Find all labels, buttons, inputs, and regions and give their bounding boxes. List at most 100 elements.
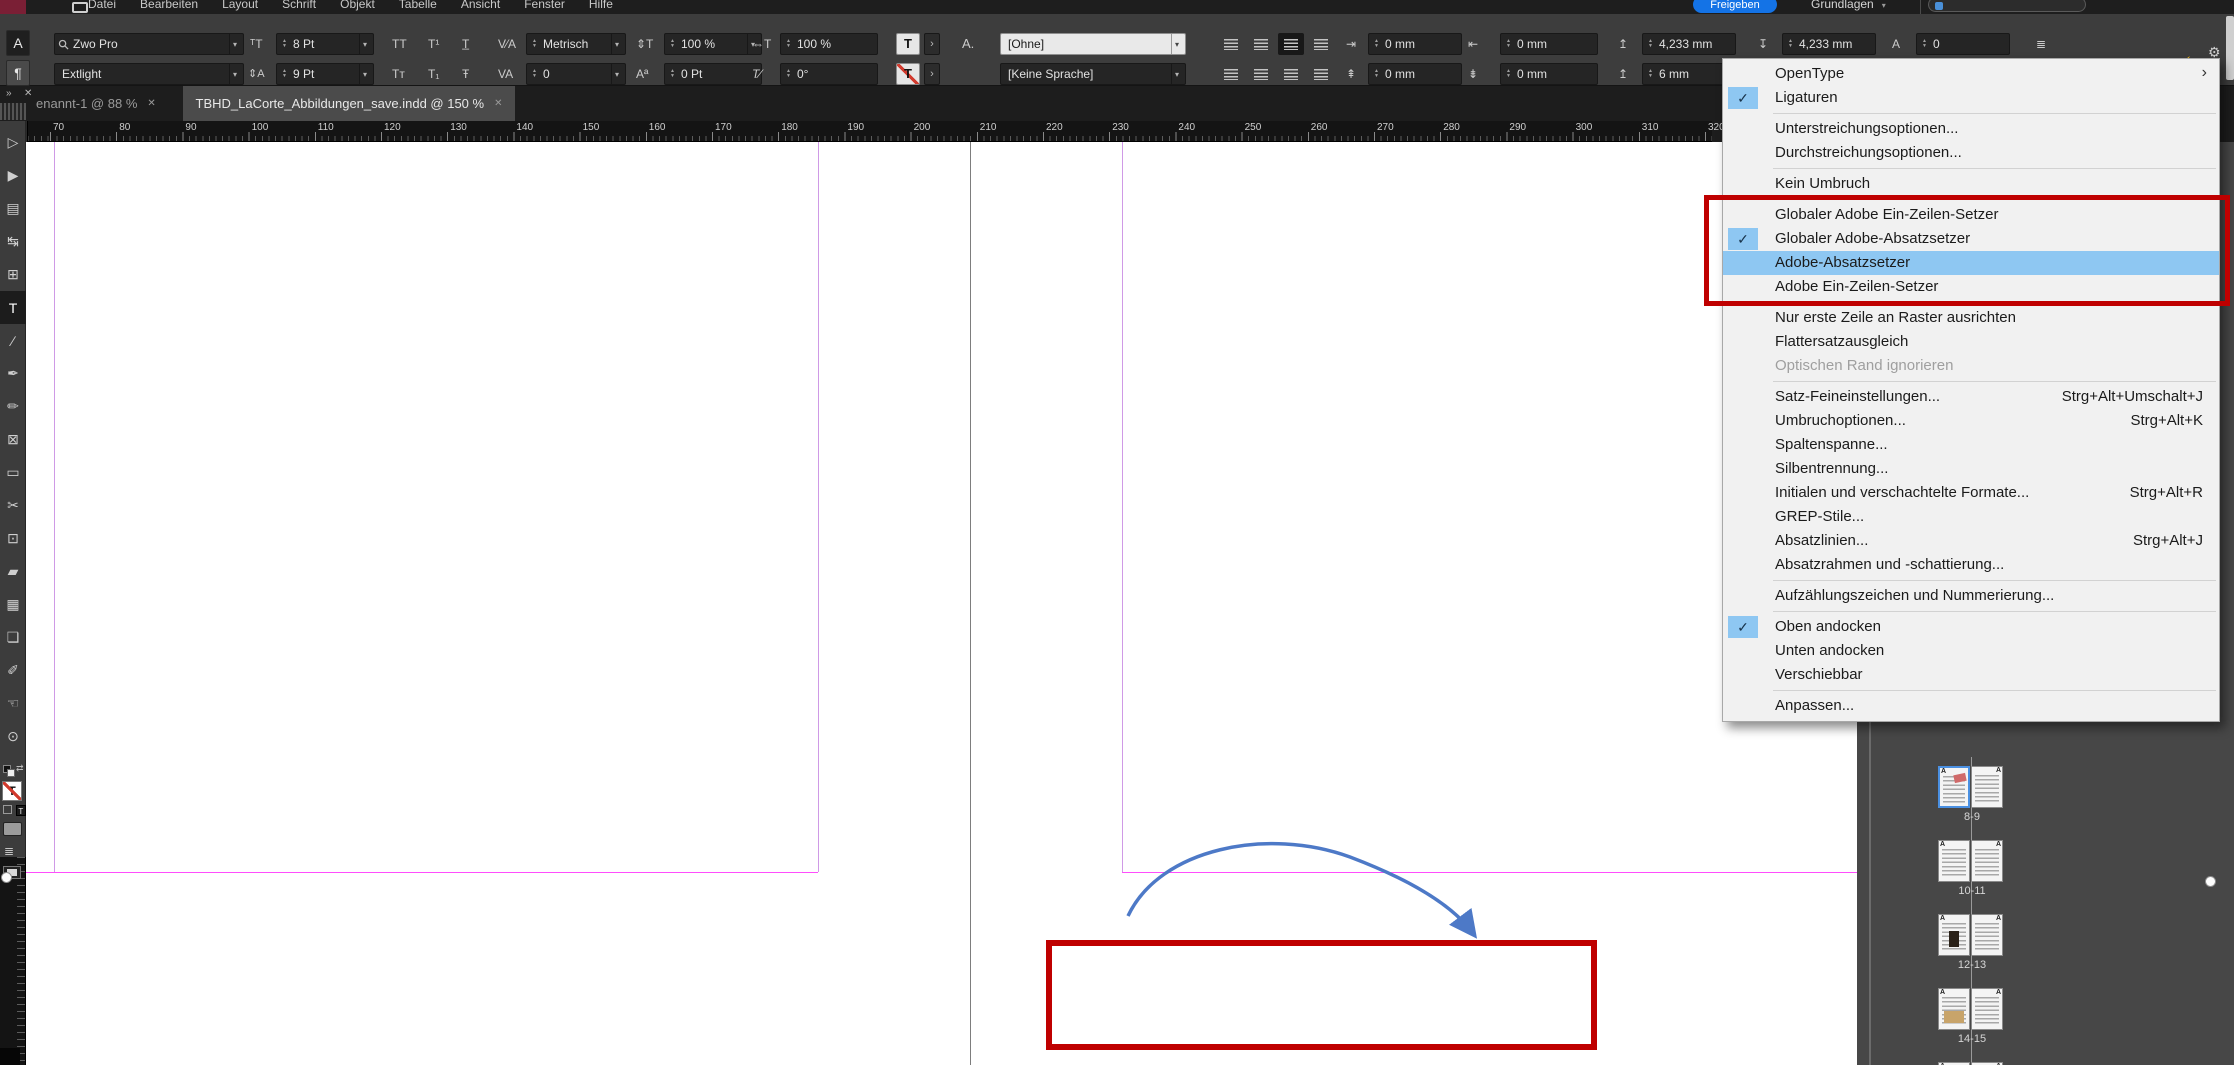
subscript-button[interactable]: T₁	[428, 63, 439, 85]
document-tab-active[interactable]: TBHD_LaCorte_Abbildungen_save.indd @ 150…	[183, 86, 515, 121]
justify-all-button[interactable]	[1308, 63, 1334, 85]
note-tool[interactable]: ❏	[0, 621, 26, 654]
pencil-tool[interactable]: ✏	[0, 390, 26, 423]
formatting-affects-text-button[interactable]: T	[15, 805, 26, 816]
chevron-down-icon[interactable]: ▾	[610, 64, 622, 84]
panel-chevrons-icon[interactable]: »	[6, 88, 12, 99]
space-after-field[interactable]: ▲ ▼ 4,233 mm	[1782, 33, 1876, 55]
fill-stroke-proxy[interactable]: ⇄	[0, 761, 26, 779]
swap-fill-stroke-icon[interactable]: ⇄	[16, 763, 24, 774]
type-tool[interactable]: T	[0, 291, 26, 324]
stepper-arrows-icon[interactable]: ▲ ▼	[1646, 69, 1655, 79]
indent-right-field[interactable]: ▲ ▼ 0 mm	[1500, 33, 1598, 55]
paragraph-formatting-mode-button[interactable]: ¶	[6, 60, 30, 86]
pen-tool[interactable]: ✒	[0, 357, 26, 390]
menu-item-absatzrahmen-und-schattierung[interactable]: Absatzrahmen und -schattierung...	[1723, 553, 2219, 577]
vertical-scale-field[interactable]: ▲ ▼ 100 % ▾	[664, 33, 762, 55]
chevron-down-icon[interactable]: ▾	[358, 34, 370, 54]
horizontal-ruler[interactable]: 70 80 90 100 110 120 130 140 150 160 170 180 190 200 2…	[0, 121, 1725, 142]
page-thumbnail-left[interactable]: A	[1938, 766, 1970, 808]
align-left-button[interactable]	[1218, 33, 1244, 55]
stroke-options-button[interactable]: ›	[924, 63, 940, 85]
chevron-down-icon[interactable]: ▾	[228, 34, 240, 54]
menu-item-initialen-und-verschachtelte-formate[interactable]: Initialen und verschachtelte Formate... S…	[1723, 481, 2219, 505]
menu-item-unten-andocken[interactable]: Unten andocken	[1723, 639, 2219, 663]
margin-guide-right-page-left[interactable]	[1122, 142, 1123, 872]
menu-item-durchstreichungsoptionen[interactable]: Durchstreichungsoptionen...	[1723, 141, 2219, 165]
stepper-arrows-icon[interactable]: ▲ ▼	[784, 39, 793, 49]
selection-tool[interactable]: ▷	[0, 126, 26, 159]
text-fill-none-swatch[interactable]: T	[2, 781, 22, 801]
stepper-arrows-icon[interactable]: ▲ ▼	[668, 69, 677, 79]
menu-item-nur-erste-zeile-an-raster-ausrichten[interactable]: Nur erste Zeile an Raster ausrichten	[1723, 306, 2219, 330]
menu-item-opentype[interactable]: OpenType ›	[1723, 62, 2219, 86]
font-family-combo[interactable]: Zwo Pro ▾	[54, 33, 244, 55]
menubar-item-bearbeiten[interactable]: Bearbeiten	[140, 0, 198, 14]
stepper-arrows-icon[interactable]: ▲ ▼	[530, 39, 539, 49]
page-thumbnail-left[interactable]: A	[1938, 988, 1970, 1030]
skew-field[interactable]: ▲ ▼ 0°	[780, 63, 878, 85]
justify-last-left-button[interactable]	[1218, 63, 1244, 85]
menu-item-absatzlinien[interactable]: Absatzlinien... Strg+Alt+J	[1723, 529, 2219, 553]
stepper-arrows-icon[interactable]: ▲ ▼	[280, 69, 289, 79]
superscript-button[interactable]: T¹	[428, 33, 439, 55]
bulleted-list-button[interactable]: ≣	[2036, 33, 2046, 55]
app-home-icon[interactable]	[72, 2, 88, 13]
gap-tool[interactable]: ↹	[0, 225, 26, 258]
space-before-field[interactable]: ▲ ▼ 4,233 mm	[1642, 33, 1736, 55]
character-fill-button[interactable]: T	[896, 33, 920, 55]
font-style-combo[interactable]: Extlight ▾	[54, 63, 244, 85]
rectangle-tool[interactable]: ▭	[0, 456, 26, 489]
small-caps-button[interactable]: Tᴛ	[392, 63, 405, 85]
font-size-field[interactable]: ▲ ▼ 8 Pt ▾	[276, 33, 374, 55]
underline-button[interactable]: T̲	[462, 33, 469, 55]
stepper-arrows-icon[interactable]: ▲ ▼	[1646, 39, 1655, 49]
close-icon[interactable]: ✕	[494, 98, 502, 109]
justify-button[interactable]	[1308, 33, 1334, 55]
tracking-field[interactable]: ▲ ▼ 0 ▾	[526, 63, 626, 85]
last-line-indent-field[interactable]: ▲ ▼ 0 mm	[1500, 63, 1598, 85]
stepper-arrows-icon[interactable]: ▲ ▼	[1504, 39, 1513, 49]
menubar-item-datei[interactable]: Datei	[88, 0, 116, 14]
stepper-arrows-icon[interactable]: ▲ ▼	[1372, 39, 1381, 49]
formatting-affects-container-button[interactable]	[3, 805, 12, 814]
menu-item-satz-feineinstellungen[interactable]: Satz-Feineinstellungen... Strg+Alt+Umscha…	[1723, 385, 2219, 409]
stepper-arrows-icon[interactable]: ▲ ▼	[784, 69, 793, 79]
chevron-down-icon[interactable]: ▾	[228, 64, 240, 84]
document-tab-untitled[interactable]: enannt-1 @ 88 % ✕	[24, 86, 168, 121]
menubar-item-objekt[interactable]: Objekt	[340, 0, 375, 14]
stepper-arrows-icon[interactable]: ▲ ▼	[1372, 69, 1381, 79]
character-formatting-mode-button[interactable]: A	[6, 30, 30, 56]
menu-item-ligaturen[interactable]: ✓ Ligaturen	[1723, 86, 2219, 110]
language-combo[interactable]: [Keine Sprache] ▾	[1000, 63, 1186, 85]
first-line-indent-field[interactable]: ▲ ▼ 0 mm	[1368, 63, 1462, 85]
fill-options-button[interactable]: ›	[924, 33, 940, 55]
all-caps-button[interactable]: TT	[392, 33, 407, 55]
close-icon[interactable]: ✕	[147, 98, 155, 109]
panel-resize-handle[interactable]	[2205, 876, 2216, 887]
share-button[interactable]: Freigeben	[1693, 0, 1777, 13]
baseline-shift-field[interactable]: ▲ ▼ 0 Pt	[664, 63, 762, 85]
stepper-arrows-icon[interactable]: ▲ ▼	[530, 69, 539, 79]
menu-item-oben-andocken[interactable]: ✓ Oben andocken	[1723, 615, 2219, 639]
vertical-ruler[interactable]	[0, 857, 26, 1065]
bottom-margin-guide-right-page[interactable]	[1122, 872, 1857, 873]
stepper-arrows-icon[interactable]: ▲ ▼	[1504, 69, 1513, 79]
align-right-button[interactable]	[1278, 33, 1304, 55]
drop-cap-lines-field[interactable]: ▲ ▼ 0	[1916, 33, 2010, 55]
chevron-down-icon[interactable]: ▾	[358, 64, 370, 84]
page-thumbnail-right[interactable]: A	[1971, 914, 2003, 956]
direct-selection-tool[interactable]: ▶	[0, 159, 26, 192]
page-thumbnail-left[interactable]: A	[1938, 840, 1970, 882]
page-thumbnail-right[interactable]: A	[1971, 840, 2003, 882]
page-thumbnail-right[interactable]: A	[1971, 766, 2003, 808]
stepper-arrows-icon[interactable]: ▲ ▼	[668, 39, 677, 49]
apply-color-button[interactable]	[3, 822, 22, 836]
leading-field[interactable]: ▲ ▼ 9 Pt ▾	[276, 63, 374, 85]
menu-item-kein-umbruch[interactable]: Kein Umbruch	[1723, 172, 2219, 196]
chevron-down-icon[interactable]: ▾	[610, 34, 622, 54]
bottom-margin-guide-left-page[interactable]	[26, 872, 818, 873]
gradient-feather-tool[interactable]: ▦	[0, 588, 26, 621]
scissors-tool[interactable]: ✂	[0, 489, 26, 522]
stepper-arrows-icon[interactable]: ▲ ▼	[1920, 39, 1929, 49]
